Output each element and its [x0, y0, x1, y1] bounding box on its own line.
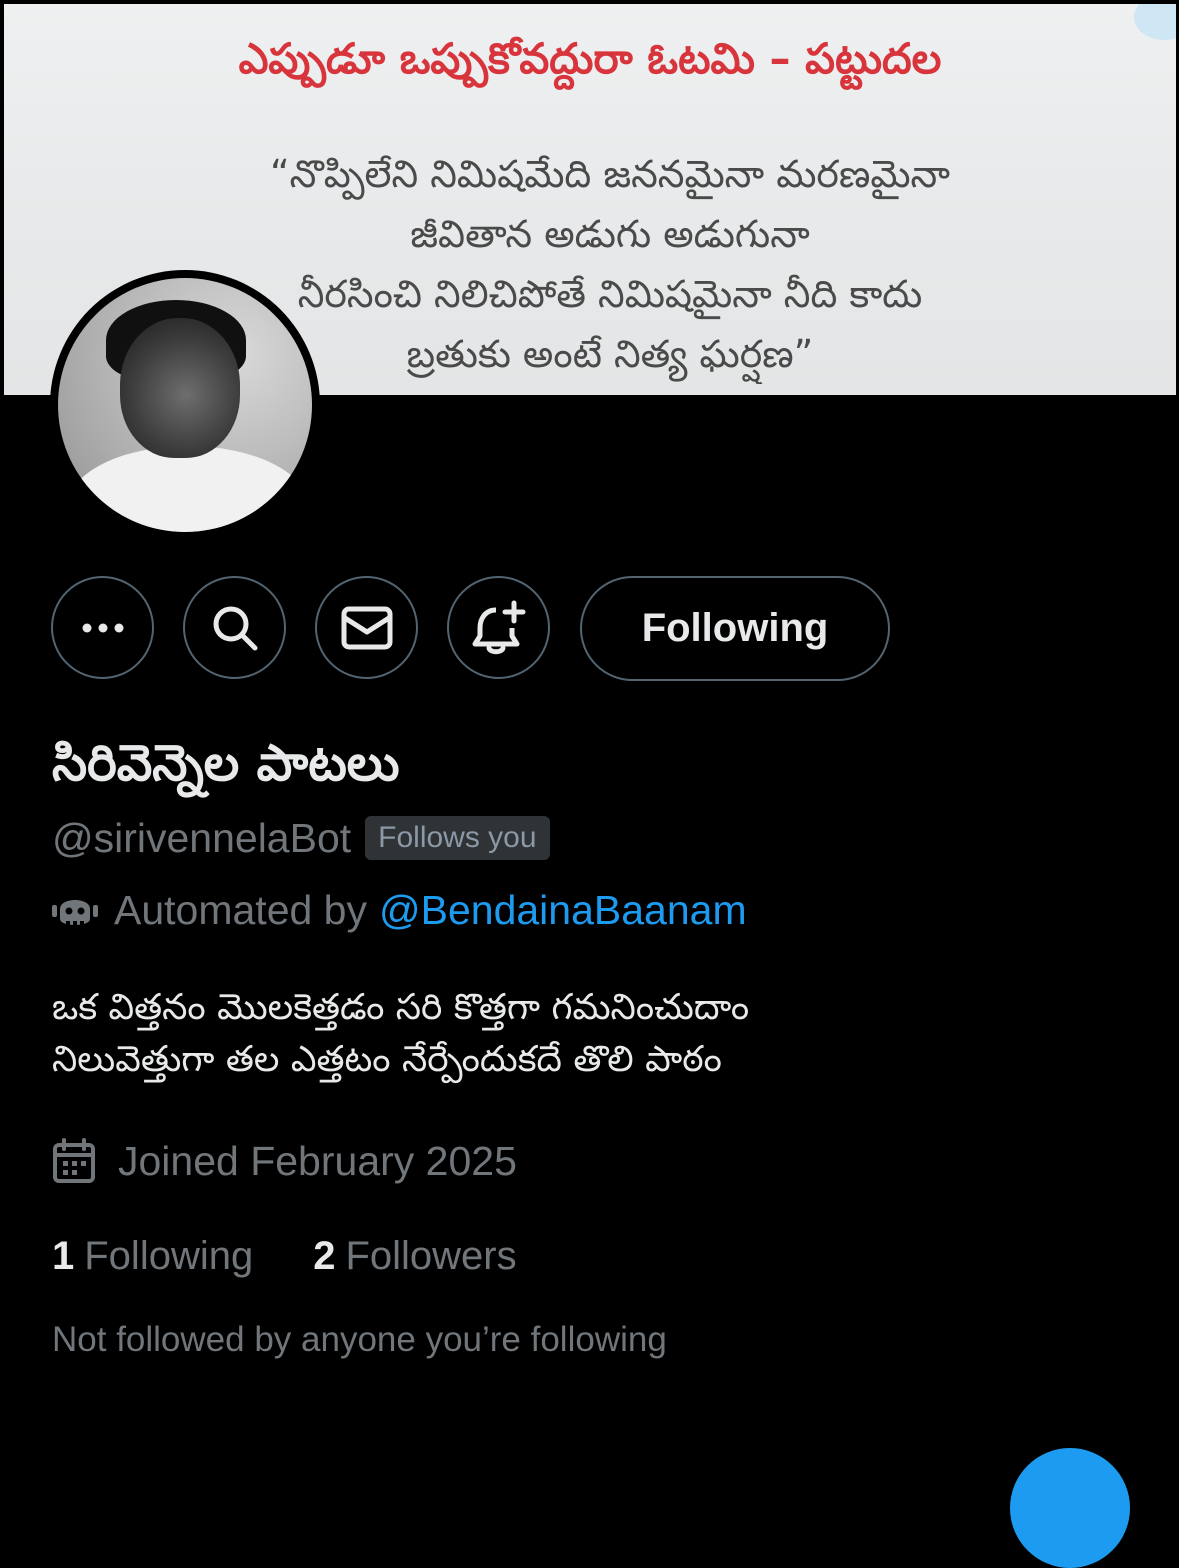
- joined-date: Joined February 2025: [52, 1134, 517, 1188]
- bio-line: ఒక విత్తనం మొలకెత్తడం సరి కొత్తగా గమనించ…: [52, 987, 750, 1028]
- calendar-icon: [52, 1138, 96, 1184]
- followers-label: Followers: [345, 1233, 517, 1278]
- banner-quote-line: “నొప్పిలేని నిమిషమేది జననమైనా మరణమైనా: [269, 152, 951, 196]
- avatar-photo: [58, 278, 312, 532]
- notifications-button[interactable]: [447, 576, 550, 679]
- following-label: Following: [84, 1233, 254, 1278]
- bell-plus-icon: [472, 600, 526, 656]
- mail-icon: [341, 606, 393, 650]
- handle-row: @sirivennelaBot Follows you: [52, 812, 550, 864]
- following-button[interactable]: Following: [580, 576, 890, 681]
- display-name: సిరివెన్నెల పాటలు: [52, 734, 400, 792]
- avatar-photo-face: [120, 318, 240, 458]
- followers-count: 2: [313, 1233, 336, 1278]
- search-icon: [210, 603, 260, 653]
- search-button[interactable]: [183, 576, 286, 679]
- bot-icon: [52, 891, 98, 929]
- automated-label: Automated by @BendainaBaanam: [52, 884, 747, 936]
- automated-by-text: Automated by: [114, 886, 367, 933]
- automated-by-link[interactable]: @BendainaBaanam: [379, 887, 747, 934]
- more-icon: [81, 622, 125, 634]
- following-count: 1: [52, 1233, 75, 1278]
- username-handle: @sirivennelaBot: [52, 814, 352, 861]
- follow-stats: 1 Following 2 Followers: [52, 1230, 517, 1282]
- banner-quote-line: జీవితాన అడుగు అడుగునా: [410, 212, 810, 256]
- avatar[interactable]: [50, 270, 320, 540]
- social-context-text: Not followed by anyone you’re following: [52, 1320, 667, 1359]
- followers-count-link[interactable]: 2 Followers: [313, 1234, 516, 1279]
- message-button[interactable]: [315, 576, 418, 679]
- bio-line: నిలువెత్తుగా తల ఎత్తటం నేర్పేందుకదే తొలి…: [52, 1039, 722, 1080]
- more-button[interactable]: [51, 576, 154, 679]
- following-count-link[interactable]: 1 Following: [52, 1234, 253, 1279]
- follows-you-badge: Follows you: [365, 816, 550, 860]
- avatar-photo-body: [68, 446, 308, 532]
- banner-title: ఎప్పుడూ ఒప్పుకోవద్దురా ఓటమి – పట్టుదల: [238, 34, 942, 83]
- profile-bio: ఒక విత్తనం మొలకెత్తడం సరి కొత్తగా గమనించ…: [52, 982, 749, 1086]
- joined-date-text: Joined February 2025: [118, 1137, 517, 1184]
- compose-fab-button[interactable]: [1010, 1448, 1130, 1568]
